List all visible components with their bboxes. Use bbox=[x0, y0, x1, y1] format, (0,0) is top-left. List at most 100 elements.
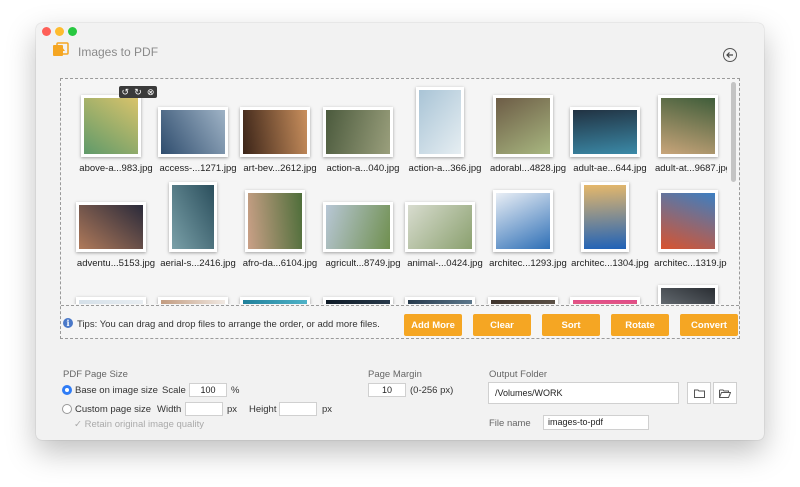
image-thumbnail[interactable] bbox=[323, 202, 393, 252]
image-item[interactable]: action-a...366.jpg bbox=[404, 83, 486, 183]
base-on-image-radio[interactable] bbox=[62, 385, 72, 395]
image-thumbnail[interactable] bbox=[76, 202, 146, 252]
image-item[interactable] bbox=[404, 273, 486, 304]
image-filename: adult-ae...644.jpg bbox=[573, 163, 647, 174]
image-thumbnail[interactable] bbox=[658, 95, 718, 157]
image-thumbnail[interactable] bbox=[488, 297, 558, 304]
image-thumbnail[interactable] bbox=[169, 182, 217, 252]
width-input[interactable] bbox=[185, 402, 223, 416]
image-preview bbox=[573, 110, 637, 154]
image-thumbnail[interactable] bbox=[493, 190, 553, 252]
minimize-window-button[interactable] bbox=[55, 27, 64, 36]
image-item[interactable] bbox=[75, 273, 157, 304]
image-thumbnail[interactable] bbox=[240, 297, 310, 304]
image-thumbnail[interactable] bbox=[570, 297, 640, 304]
scale-label: Scale bbox=[162, 385, 186, 396]
image-thumbnail[interactable] bbox=[240, 107, 310, 157]
width-label: Width bbox=[157, 404, 182, 415]
image-item[interactable]: adult-at...9687.jpg bbox=[652, 83, 727, 183]
rotate-left-icon[interactable]: ↺ bbox=[122, 87, 130, 98]
scale-input[interactable]: 100 bbox=[189, 383, 227, 397]
tips-text: Tips: You can drag and drop files to arr… bbox=[77, 319, 380, 330]
rotate-button[interactable]: Rotate bbox=[611, 314, 669, 336]
page-margin-input[interactable]: 10 bbox=[368, 383, 406, 397]
image-preview bbox=[79, 205, 143, 249]
image-item[interactable] bbox=[652, 273, 727, 304]
tips-bar: i Tips: You can drag and drop files to a… bbox=[61, 305, 739, 338]
image-item[interactable] bbox=[239, 273, 321, 304]
image-item[interactable] bbox=[487, 273, 569, 304]
image-filename: architec...1319.jpg bbox=[654, 258, 727, 269]
image-thumbnail[interactable] bbox=[570, 107, 640, 157]
image-item[interactable] bbox=[322, 273, 404, 304]
image-item[interactable] bbox=[157, 273, 239, 304]
image-preview bbox=[408, 300, 472, 304]
image-item[interactable]: action-a...040.jpg bbox=[322, 83, 404, 183]
image-item[interactable]: afro-da...6104.jpg bbox=[239, 178, 321, 278]
image-filename: adorabl...4828.jpg bbox=[489, 163, 567, 174]
image-preview bbox=[79, 300, 143, 304]
remove-image-icon[interactable]: ⊗ bbox=[147, 87, 155, 98]
file-name-input[interactable]: images-to-pdf bbox=[543, 415, 649, 430]
image-item[interactable]: adult-ae...644.jpg bbox=[569, 83, 651, 183]
info-icon: i bbox=[63, 318, 73, 328]
image-item[interactable]: art-bev...2612.jpg bbox=[239, 83, 321, 183]
back-button[interactable] bbox=[723, 48, 737, 62]
image-thumbnail[interactable] bbox=[416, 87, 464, 157]
height-input[interactable] bbox=[279, 402, 317, 416]
clear-button[interactable]: Clear bbox=[473, 314, 531, 336]
image-thumbnail[interactable] bbox=[658, 190, 718, 252]
add-more-button[interactable]: Add More bbox=[404, 314, 462, 336]
image-thumbnail[interactable] bbox=[81, 95, 141, 157]
sort-button[interactable]: Sort bbox=[542, 314, 600, 336]
image-filename: agricult...8749.jpg bbox=[325, 258, 401, 269]
image-item[interactable]: architec...1304.jpg bbox=[569, 178, 651, 278]
image-item[interactable]: above-a...983.jpg ↺ ↻ ⊗ bbox=[75, 83, 157, 183]
image-preview bbox=[243, 300, 307, 304]
rotate-right-icon[interactable]: ↻ bbox=[134, 87, 142, 98]
output-folder-input[interactable]: /Volumes/WORK bbox=[488, 382, 679, 404]
image-thumbnail[interactable] bbox=[658, 285, 718, 304]
image-drop-area[interactable]: above-a...983.jpg ↺ ↻ ⊗ access-...1271.jpg ar… bbox=[60, 78, 740, 339]
image-filename: adventu...5153.jpg bbox=[76, 258, 156, 269]
image-item[interactable]: adorabl...4828.jpg bbox=[487, 83, 569, 183]
image-item[interactable]: access-...1271.jpg bbox=[157, 83, 239, 183]
image-thumbnail[interactable] bbox=[405, 297, 475, 304]
image-item[interactable]: adventu...5153.jpg bbox=[75, 178, 157, 278]
image-item[interactable]: animal-...0424.jpg bbox=[404, 178, 486, 278]
image-item[interactable]: architec...1319.jpg bbox=[652, 178, 727, 278]
custom-page-size-radio[interactable] bbox=[62, 404, 72, 414]
file-name-label: File name bbox=[489, 418, 531, 429]
image-thumbnail[interactable] bbox=[323, 107, 393, 157]
image-thumbnail[interactable] bbox=[245, 190, 305, 252]
image-thumbnail[interactable] bbox=[76, 297, 146, 304]
image-thumbnail[interactable] bbox=[323, 297, 393, 304]
image-filename: art-bev...2612.jpg bbox=[243, 163, 317, 174]
image-item[interactable] bbox=[569, 273, 651, 304]
image-thumbnail[interactable] bbox=[158, 297, 228, 304]
zoom-window-button[interactable] bbox=[68, 27, 77, 36]
image-preview bbox=[661, 288, 715, 304]
image-preview bbox=[326, 205, 390, 249]
image-thumbnail[interactable] bbox=[581, 182, 629, 252]
close-window-button[interactable] bbox=[42, 27, 51, 36]
image-preview bbox=[573, 300, 637, 304]
convert-button[interactable]: Convert bbox=[680, 314, 738, 336]
image-filename: action-a...366.jpg bbox=[408, 163, 482, 174]
image-thumbnail[interactable] bbox=[493, 95, 553, 157]
image-thumbnail[interactable] bbox=[158, 107, 228, 157]
image-thumbnail[interactable] bbox=[405, 202, 475, 252]
image-preview bbox=[243, 110, 307, 154]
width-unit: px bbox=[227, 404, 238, 415]
open-folder-button[interactable] bbox=[713, 382, 737, 404]
retain-quality-checkbox[interactable]: ✓ Retain original image quality bbox=[74, 419, 204, 430]
grid-scrollbar[interactable] bbox=[731, 82, 736, 182]
image-item[interactable]: architec...1293.jpg bbox=[487, 178, 569, 278]
image-preview bbox=[161, 110, 225, 154]
image-preview bbox=[408, 205, 472, 249]
browse-folder-button[interactable] bbox=[687, 382, 711, 404]
image-filename: above-a...983.jpg bbox=[79, 163, 153, 174]
image-item[interactable]: agricult...8749.jpg bbox=[322, 178, 404, 278]
image-filename: aerial-s...2416.jpg bbox=[160, 258, 236, 269]
image-item[interactable]: aerial-s...2416.jpg bbox=[157, 178, 239, 278]
